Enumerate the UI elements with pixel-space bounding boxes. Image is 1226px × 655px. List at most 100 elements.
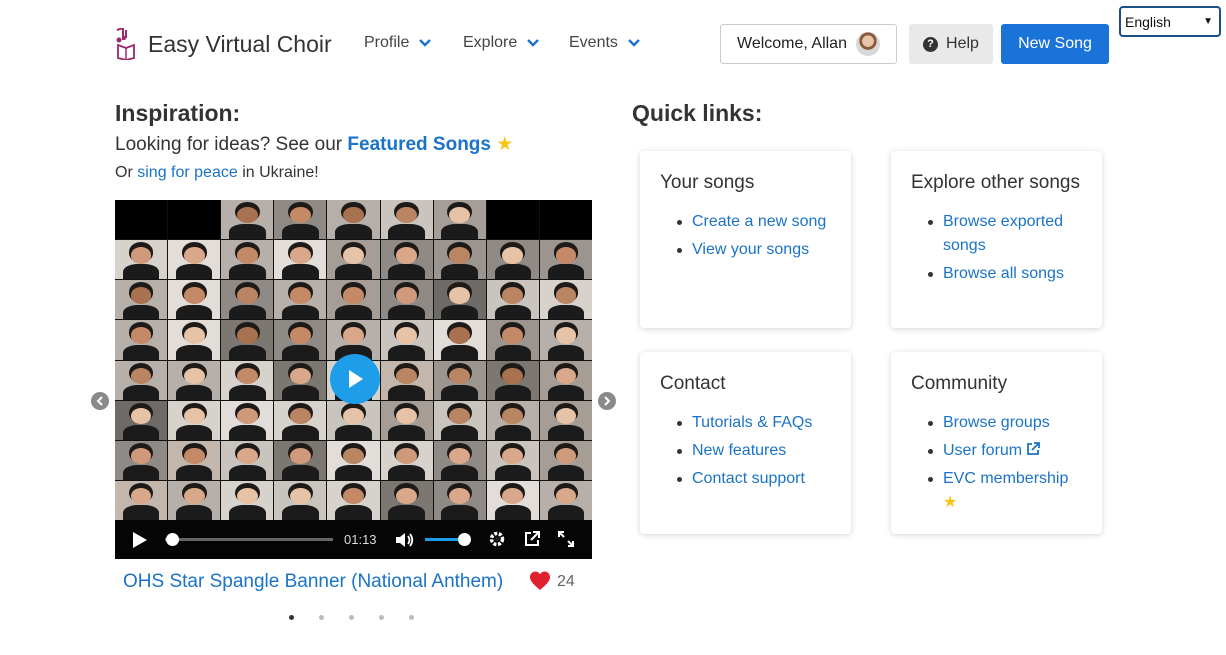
choir-member-tile	[168, 320, 221, 360]
choir-member-tile	[168, 200, 221, 240]
choir-member-tile	[274, 360, 327, 400]
heart-icon[interactable]	[529, 570, 551, 592]
browse-groups-link[interactable]: Browse groups	[943, 414, 1050, 431]
sing-for-peace-link[interactable]: sing for peace	[137, 164, 238, 181]
brand[interactable]: Easy Virtual Choir	[114, 26, 332, 61]
choir-member-tile	[486, 320, 539, 360]
card-contact: Contact Tutorials & FAQs New features Co…	[640, 352, 851, 534]
list-item: EVC membership ★	[911, 467, 1082, 515]
new-song-button[interactable]: New Song	[1001, 24, 1109, 64]
choir-member-tile	[380, 480, 433, 520]
progress-bar[interactable]	[165, 533, 333, 546]
choir-member-tile	[115, 320, 168, 360]
card-title: Community	[911, 373, 1008, 394]
peace-suffix: in Ukraine!	[242, 164, 319, 181]
chevron-down-icon	[628, 39, 640, 47]
inspiration-featured-line: Looking for ideas? See our Featured Song…	[115, 133, 513, 156]
language-select[interactable]: English ▼	[1119, 6, 1221, 37]
list-item: Contact support	[660, 467, 831, 491]
choir-member-tile	[168, 480, 221, 520]
choir-member-tile	[115, 480, 168, 520]
popout-icon[interactable]	[523, 530, 541, 548]
new-features-link[interactable]: New features	[692, 442, 786, 459]
choir-member-tile	[486, 200, 539, 240]
list-item: Browse all songs	[911, 262, 1082, 286]
video-player[interactable]: 01:13	[115, 200, 592, 559]
carousel-dot[interactable]	[379, 615, 384, 620]
chevron-down-icon: ▼	[1203, 16, 1213, 27]
quick-links-title: Quick links:	[632, 100, 763, 126]
star-icon: ★	[943, 494, 958, 511]
carousel-dot[interactable]	[319, 615, 324, 620]
nav-label: Events	[569, 34, 618, 51]
choir-member-tile	[433, 480, 486, 520]
choir-member-tile	[539, 240, 592, 280]
create-new-song-link[interactable]: Create a new song	[692, 213, 826, 230]
list-item: Browse groups	[911, 411, 1082, 435]
fullscreen-icon[interactable]	[557, 530, 575, 548]
chevron-down-icon	[419, 39, 432, 47]
choir-member-tile	[168, 440, 221, 480]
choir-member-tile	[274, 400, 327, 440]
choir-member-tile	[115, 360, 168, 400]
choir-member-tile	[433, 400, 486, 440]
inspiration-peace-line: Or sing for peace in Ukraine!	[115, 164, 319, 182]
evc-membership-link[interactable]: EVC membership	[943, 470, 1068, 487]
volume-slider[interactable]	[425, 533, 471, 546]
song-title-link[interactable]: OHS Star Spangle Banner (National Anthem…	[123, 571, 503, 593]
chevron-left-icon	[96, 396, 103, 406]
peace-prefix: Or	[115, 164, 133, 181]
choir-member-tile	[168, 240, 221, 280]
choir-member-tile	[115, 240, 168, 280]
help-button[interactable]: ? Help	[909, 24, 993, 64]
play-small-button[interactable]	[133, 532, 147, 548]
nav-label: Explore	[463, 34, 518, 51]
list-item: User forum	[911, 439, 1082, 463]
carousel-dot[interactable]	[349, 615, 354, 620]
card-title: Contact	[660, 373, 726, 394]
choir-member-tile	[380, 240, 433, 280]
gear-icon[interactable]	[488, 530, 506, 548]
card-community: Community Browse groups User forum EVC m…	[891, 352, 1102, 534]
user-forum-label: User forum	[943, 442, 1023, 459]
inspiration-title: Inspiration:	[115, 100, 241, 126]
choir-member-tile	[327, 280, 380, 320]
contact-support-link[interactable]: Contact support	[692, 470, 805, 487]
user-forum-link[interactable]: User forum	[943, 442, 1041, 459]
nav-profile[interactable]: Profile	[364, 34, 432, 52]
external-link-icon	[1027, 442, 1041, 455]
choir-member-tile	[486, 400, 539, 440]
choir-member-tile	[327, 440, 380, 480]
likes-count: 24	[557, 573, 575, 590]
choir-member-tile	[221, 360, 274, 400]
progress-knob[interactable]	[166, 533, 180, 546]
browse-exported-songs-link[interactable]: Browse exported songs	[943, 213, 1063, 254]
nav-explore[interactable]: Explore	[463, 34, 540, 52]
choir-member-tile	[274, 240, 327, 280]
choir-member-tile	[274, 200, 327, 240]
featured-songs-link[interactable]: Featured Songs	[347, 134, 491, 155]
carousel-dot[interactable]	[409, 615, 414, 620]
carousel-prev-button[interactable]	[91, 392, 109, 410]
list-item: New features	[660, 439, 831, 463]
welcome-user-button[interactable]: Welcome, Allan	[720, 24, 897, 64]
choir-member-tile	[433, 320, 486, 360]
choir-member-tile	[221, 320, 274, 360]
play-button[interactable]	[330, 354, 380, 404]
choir-member-tile	[327, 200, 380, 240]
card-explore-other-songs: Explore other songs Browse exported song…	[891, 151, 1102, 328]
browse-all-songs-link[interactable]: Browse all songs	[943, 265, 1064, 282]
volume-icon[interactable]	[395, 532, 415, 548]
choir-member-tile	[486, 240, 539, 280]
choir-member-tile	[115, 440, 168, 480]
list-item: Create a new song	[660, 210, 831, 234]
choir-member-tile	[539, 400, 592, 440]
volume-knob[interactable]	[458, 533, 471, 546]
tutorials-faqs-link[interactable]: Tutorials & FAQs	[692, 414, 812, 431]
carousel-next-button[interactable]	[598, 392, 616, 410]
choir-member-tile	[327, 400, 380, 440]
nav-events[interactable]: Events	[569, 34, 640, 52]
featured-prefix: Looking for ideas? See our	[115, 134, 343, 155]
carousel-dot[interactable]	[289, 615, 294, 620]
view-your-songs-link[interactable]: View your songs	[692, 241, 809, 258]
